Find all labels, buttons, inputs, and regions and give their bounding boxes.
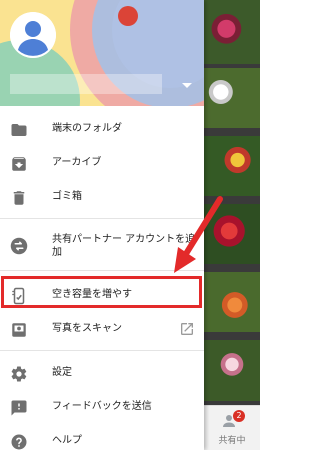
pointer-arrow (174, 196, 223, 273)
menu-item-label: ヘルプ (52, 435, 82, 446)
external-link-icon (181, 323, 193, 335)
photo-thumbnail[interactable] (204, 272, 260, 336)
sharing-badge: 2 (233, 410, 245, 422)
help-icon (11, 434, 27, 450)
archive-icon (12, 157, 26, 171)
divider (0, 350, 204, 351)
avatar[interactable] (10, 12, 56, 58)
menu-item-label: 端末のフォルダ (52, 123, 122, 134)
highlight-box (1, 276, 202, 308)
tab-sharing[interactable]: 2 共有中 (204, 405, 260, 450)
account-info[interactable] (10, 74, 162, 94)
menu-item-label: フィードバックを送信 (52, 401, 152, 412)
photo-thumbnail[interactable] (204, 340, 260, 405)
swap-icon (10, 237, 28, 255)
gear-icon (11, 366, 27, 382)
dropdown-arrow-icon[interactable] (180, 80, 194, 90)
photoscan-icon (12, 323, 26, 337)
menu-item-label: アーカイブ (52, 157, 102, 168)
trash-icon (13, 191, 25, 205)
photo-thumbnail[interactable] (204, 0, 260, 68)
menu-item-label: 写真をスキャン (52, 323, 122, 334)
drawer-header (0, 0, 204, 106)
default-avatar-icon (10, 12, 56, 58)
photo-thumbnail[interactable] (204, 68, 260, 132)
feedback-icon (11, 400, 27, 416)
folder-icon (11, 124, 27, 136)
tab-sharing-label: 共有中 (218, 436, 246, 446)
menu-item-help[interactable]: ヘルプ (0, 422, 204, 450)
menu-item-label: 設定 (52, 367, 72, 378)
photo-thumbnail[interactable] (204, 136, 260, 200)
header-art (118, 6, 138, 26)
menu-item-photo-scan[interactable]: 写真をスキャン (0, 310, 204, 350)
